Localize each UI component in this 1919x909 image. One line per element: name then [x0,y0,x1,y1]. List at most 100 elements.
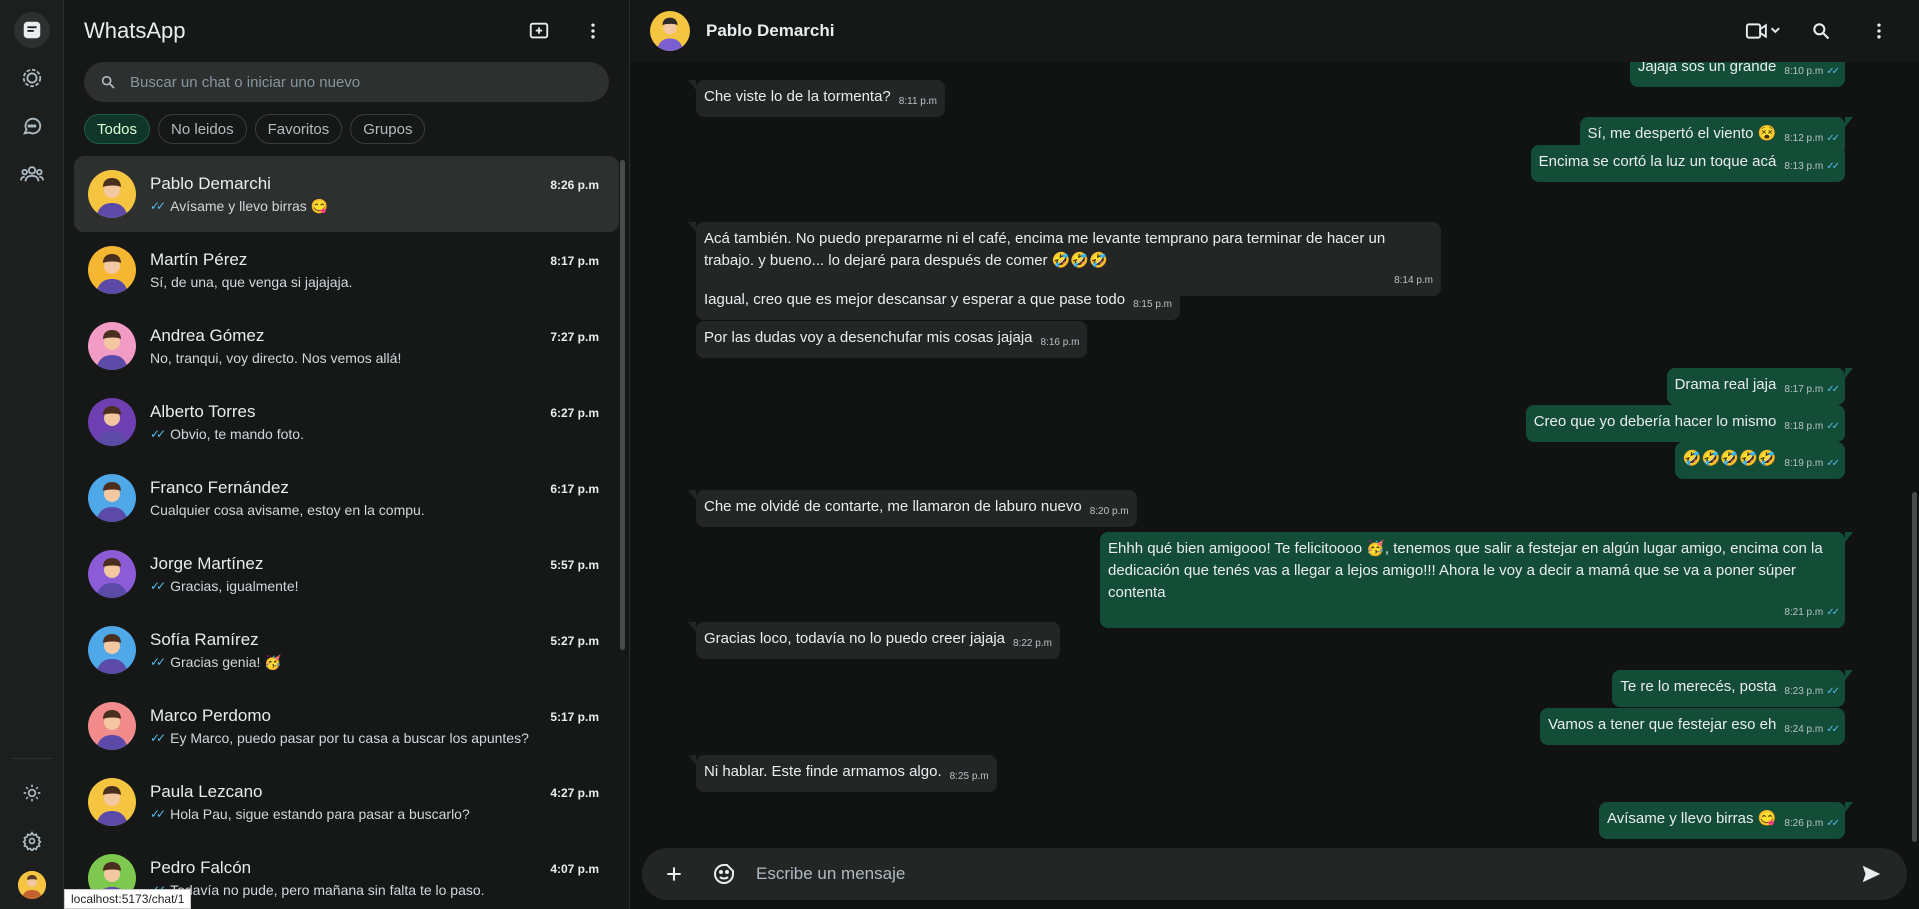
message-timestamp: 8:25 p.m [949,771,989,782]
nav-rail [0,0,64,909]
incoming-message[interactable]: Che viste lo de la tormenta? 8:11 p.m [688,80,945,117]
outgoing-message[interactable]: Te re lo merecés, posta 8:23 p.m ✓✓ [1612,670,1853,707]
filter-chips: Todos No leidos Favoritos Grupos [64,102,629,156]
message-text: Drama real jaja [1674,376,1777,393]
channels-icon [22,117,41,135]
message-input[interactable] [756,864,1839,884]
chat-avatar [88,246,136,294]
chat-list-item[interactable]: Alberto Torres 6:27 p.m ✓✓ Obvio, te mando … [74,384,619,460]
chat-time: 6:17 p.m [550,482,599,496]
chat-list-item[interactable]: Marco Perdomo 5:17 p.m ✓✓ Ey Marco, puedo p… [74,688,619,764]
chat-name: Sofía Ramírez [150,629,259,649]
sticker-icon [714,864,734,884]
search-input[interactable] [130,73,593,91]
message-timestamp: 8:11 p.m [898,96,937,107]
message-time: 8:23 p.m ✓✓ [1784,681,1840,703]
chat-list-item[interactable]: Paula Lezcano 4:27 p.m ✓✓ Hola Pau, sigue e… [74,764,619,840]
message-text: Ehhh qué bien amigooo! Te felicitoooo 🥳,… [1108,540,1823,601]
chat-preview: Ey Marco, puedo pasar por tu casa a busc… [170,730,529,746]
read-ticks-icon: ✓✓ [1826,724,1840,735]
status-nav-button[interactable] [14,60,50,96]
incoming-message[interactable]: Iagual, creo que es mejor descansar y es… [696,283,1181,320]
chat-list-item[interactable]: Andrea Gómez 7:27 p.m No, tranqui, voy dir… [74,308,619,384]
filter-groups[interactable]: Grupos [350,114,426,144]
sun-icon [23,784,40,802]
message-timestamp: 8:14 p.m [1394,275,1433,286]
contact-name: Pablo Demarchi [706,21,835,40]
chat-avatar [88,778,136,826]
conversation-header: Pablo Demarchi [630,0,1919,62]
contact-info[interactable]: Pablo Demarchi [650,11,835,51]
message-timestamp: 8:18 p.m [1784,421,1824,432]
chat-list: Pablo Demarchi 8:26 p.m ✓✓ Avísame y llevo … [64,156,629,909]
kebab-menu-icon [591,23,595,39]
send-button[interactable] [1853,856,1889,892]
sticker-button[interactable] [706,856,742,892]
message-timestamp: 8:12 p.m [1784,133,1824,144]
incoming-message[interactable]: Gracias loco, todavía no lo puedo creer … [688,622,1060,659]
chat-name: Marco Perdomo [150,706,271,725]
filter-favorites[interactable]: Favoritos [254,114,343,144]
message-text: 🤣🤣🤣🤣🤣 [1682,450,1777,467]
chat-list-scrollbar[interactable] [620,160,625,650]
incoming-message[interactable]: Che me olvidé de contarte, me llamaron d… [688,490,1137,527]
chat-list-item[interactable]: Martín Pérez 8:17 p.m Sí, de una, que veng… [74,232,619,308]
message-timestamp: 8:13 p.m [1784,161,1824,172]
chat-time: 6:27 p.m [550,406,599,420]
menu-button[interactable] [575,13,611,49]
search-bar [84,62,609,102]
chat-list-item[interactable]: Franco Fernández 6:17 p.m Cualquier cosa a… [74,460,619,536]
chat-time: 4:27 p.m [550,786,599,800]
read-ticks-icon: ✓✓ [150,807,166,821]
new-chat-button[interactable] [521,13,557,49]
communities-nav-button[interactable] [14,156,50,192]
message-time: 8:15 p.m [1133,294,1172,316]
outgoing-message[interactable]: 🤣🤣🤣🤣🤣 8:19 p.m ✓✓ [1674,442,1845,479]
filter-all[interactable]: Todos [84,114,151,144]
chat-list-item[interactable]: Jorge Martínez 5:57 p.m ✓✓ Gracias, igualme… [74,536,619,612]
message-area: Jajaja sos un grande 8:10 p.m ✓✓ Che viste … [630,62,1919,909]
chat-list-item[interactable]: Pablo Demarchi 8:26 p.m ✓✓ Avísame y llevo … [74,156,619,232]
chat-list-item[interactable]: Sofía Ramírez 5:27 p.m ✓✓ Gracias genia! 🥳 [74,612,619,688]
channels-nav-button[interactable] [14,108,50,144]
settings-nav-button[interactable] [14,823,50,859]
chats-icon [23,21,40,39]
message-text: Avísame y llevo birras 😋 [1607,810,1777,827]
message-timestamp: 8:20 p.m [1089,506,1129,517]
attach-button[interactable] [656,856,692,892]
chat-time: 8:26 p.m [550,177,599,192]
incoming-message[interactable]: Por las dudas voy a desenchufar mis cosa… [696,321,1088,358]
video-call-button[interactable] [1745,13,1781,49]
outgoing-message[interactable]: Drama real jaja 8:17 p.m ✓✓ [1666,368,1854,405]
read-ticks-icon: ✓✓ [1826,686,1840,697]
incoming-message[interactable]: Ni hablar. Este finde armamos algo. 8:25 … [688,755,997,792]
messages-scrollbar[interactable] [1912,492,1917,842]
message-time: 8:22 p.m [1013,633,1052,655]
conversation-search-button[interactable] [1803,13,1839,49]
send-icon [1862,865,1881,883]
message-time: 8:11 p.m [899,91,937,113]
chat-avatar [88,398,136,446]
message-text: Jajaja sos un grande [1637,62,1777,75]
outgoing-message[interactable]: Encima se cortó la luz un toque acá 8:13 … [1530,145,1845,182]
outgoing-message[interactable]: Vamos a tener que festejar eso eh 8:24 p.… [1540,708,1845,745]
chat-list-panel: WhatsApp Todos No leidos Favoritos Grupo… [64,0,630,909]
outgoing-message[interactable]: Jajaja sos un grande 8:10 p.m ✓✓ [1629,62,1845,87]
app-root: WhatsApp Todos No leidos Favoritos Grupo… [0,0,1919,909]
chat-time: 7:27 p.m [550,330,599,344]
filter-unread[interactable]: No leidos [158,114,247,144]
chats-nav-button[interactable] [13,12,50,48]
message-text: Sí, me despertó el viento 😵 [1587,125,1777,142]
conversation-menu-button[interactable] [1861,13,1897,49]
outgoing-message[interactable]: Creo que yo debería hacer lo mismo 8:18 p… [1525,405,1845,442]
message-text: Vamos a tener que festejar eso eh [1548,716,1777,733]
read-ticks-icon: ✓✓ [1826,133,1840,144]
message-timestamp: 8:26 p.m [1784,818,1824,829]
profile-avatar[interactable] [17,871,46,899]
kebab-menu-icon [1877,23,1881,39]
outgoing-message[interactable]: Avísame y llevo birras 😋 8:26 p.m ✓✓ [1599,802,1853,839]
theme-toggle-button[interactable] [14,775,50,811]
contact-avatar[interactable] [650,11,690,51]
outgoing-message[interactable]: Ehhh qué bien amigooo! Te felicitoooo 🥳,… [1100,532,1853,628]
message-text: Iagual, creo que es mejor descansar y es… [704,291,1126,308]
